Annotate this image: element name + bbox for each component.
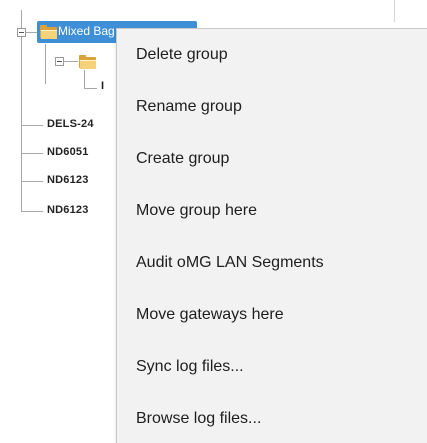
tree-node-label[interactable]: I	[101, 80, 104, 92]
menu-item-sync-log-files[interactable]: Sync log files...	[136, 357, 244, 377]
tree-divider	[394, 0, 395, 22]
folder-icon	[79, 55, 96, 69]
menu-item-browse-log-files[interactable]: Browse log files...	[136, 409, 261, 429]
device-node[interactable]: DELS-24	[47, 118, 94, 130]
folder-open-icon	[40, 25, 57, 39]
context-menu: Delete group Rename group Create group M…	[116, 28, 427, 443]
menu-item-move-group-here[interactable]: Move group here	[136, 201, 257, 221]
menu-item-delete-group[interactable]: Delete group	[136, 45, 228, 65]
menu-item-create-group[interactable]: Create group	[136, 149, 229, 169]
device-node[interactable]: ND6051	[47, 146, 89, 158]
menu-item-audit-omg-lan-segments[interactable]: Audit oMG LAN Segments	[136, 253, 324, 273]
tree-node-label: Mixed Bag	[58, 24, 115, 38]
tree-connector	[21, 125, 43, 126]
device-node[interactable]: ND6123	[47, 174, 89, 186]
menu-item-move-gateways-here[interactable]: Move gateways here	[136, 305, 284, 325]
tree-connector	[21, 153, 43, 154]
collapse-toggle[interactable]	[17, 28, 26, 37]
tree-connector	[45, 44, 46, 84]
device-node[interactable]: ND6123	[47, 204, 89, 216]
tree-connector	[64, 61, 78, 62]
collapse-toggle[interactable]	[55, 57, 64, 66]
tree-connector	[21, 181, 43, 182]
tree-connector	[21, 211, 43, 212]
tree-connector	[84, 88, 97, 89]
tree-connector	[84, 70, 85, 88]
menu-item-rename-group[interactable]: Rename group	[136, 97, 242, 117]
